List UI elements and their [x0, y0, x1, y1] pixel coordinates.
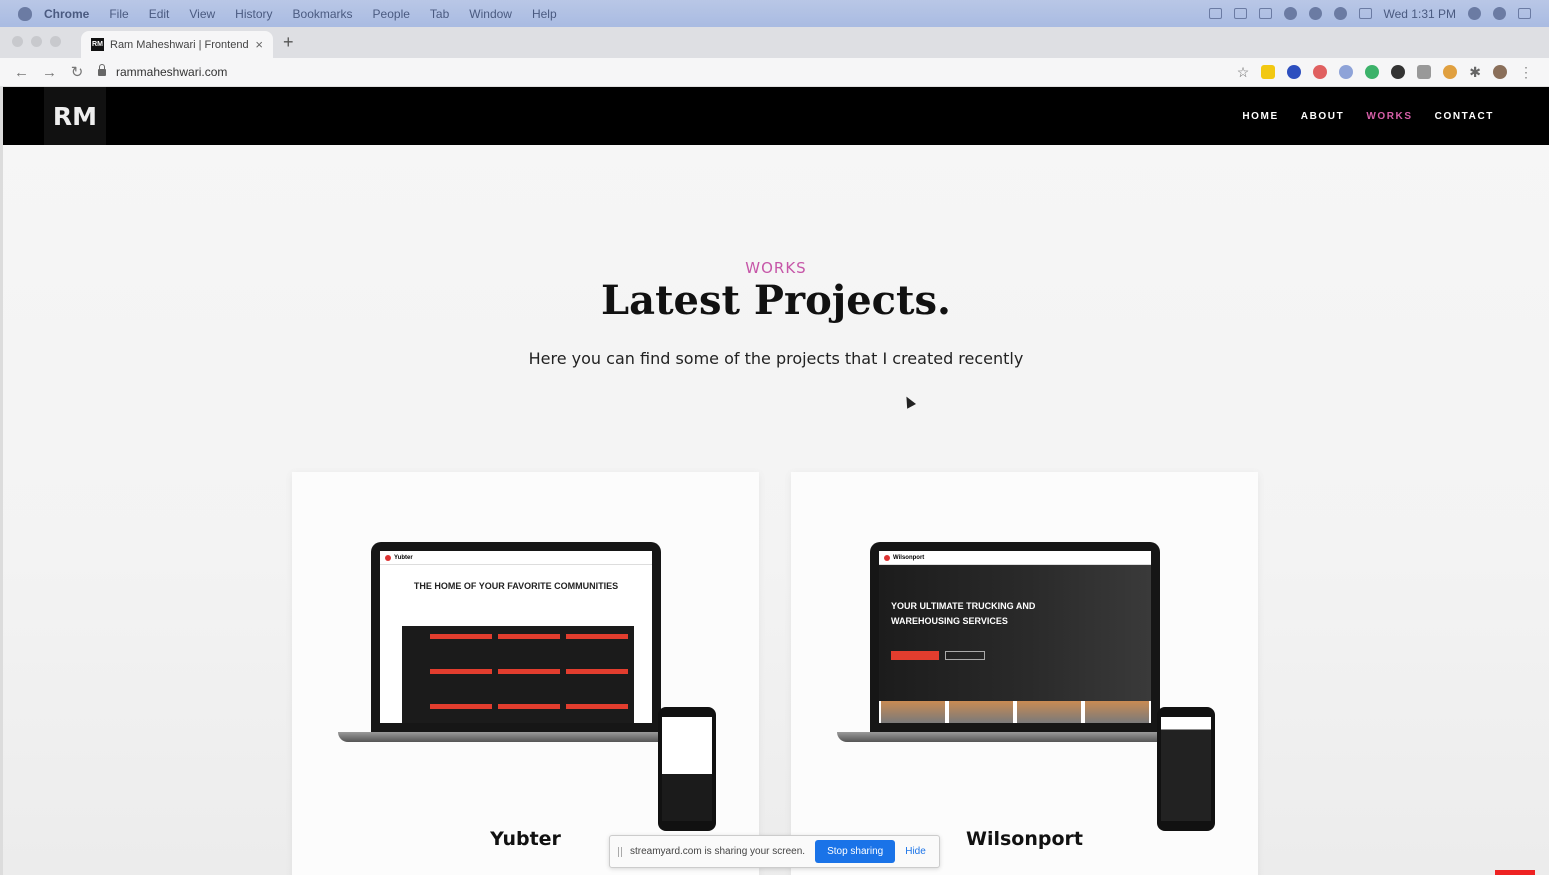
extension-icon[interactable]	[1391, 65, 1406, 79]
menu-help[interactable]: Help	[532, 7, 557, 21]
share-message: streamyard.com is sharing your screen.	[630, 846, 806, 857]
menu-window[interactable]: Window	[469, 7, 512, 21]
section-title: Latest Projects.	[601, 277, 951, 324]
url-text[interactable]: rammaheshwari.com	[116, 65, 227, 79]
upload-icon[interactable]	[1283, 7, 1297, 20]
spotlight-search-icon[interactable]	[1468, 7, 1481, 20]
new-tab-button[interactable]: +	[283, 32, 294, 53]
drag-handle-icon[interactable]	[618, 846, 622, 857]
laptop-base	[338, 732, 694, 742]
menu-tab[interactable]: Tab	[430, 7, 449, 21]
maximize-window-button[interactable]	[50, 36, 61, 47]
preview-headline: THE HOME OF YOUR FAVORITE COMMUNITIES	[413, 581, 619, 591]
tab-close-icon[interactable]: ×	[255, 37, 263, 52]
preview-dashboard	[402, 626, 634, 723]
phone-mockup	[1157, 707, 1215, 831]
back-icon[interactable]: ←	[14, 64, 29, 81]
menu-people[interactable]: People	[373, 7, 410, 21]
window-controls	[12, 36, 61, 47]
nav-home[interactable]: HOME	[1242, 111, 1278, 122]
laptop-screen: Yubter THE HOME OF YOUR FAVORITE COMMUNI…	[371, 542, 661, 732]
preview-brand: Yubter	[394, 554, 413, 561]
battery-icon[interactable]	[1358, 8, 1372, 19]
site-header: RM HOME ABOUT WORKS CONTACT	[3, 87, 1549, 145]
menu-edit[interactable]: Edit	[149, 7, 170, 21]
menu-view[interactable]: View	[189, 7, 215, 21]
menu-bookmarks[interactable]: Bookmarks	[293, 7, 353, 21]
hide-button[interactable]: Hide	[905, 846, 926, 857]
lock-icon[interactable]	[98, 63, 106, 76]
camera-extension-icon[interactable]	[1417, 65, 1432, 79]
extension-icon[interactable]	[1339, 65, 1354, 79]
apple-icon[interactable]	[18, 6, 32, 21]
nav-works[interactable]: WORKS	[1366, 111, 1412, 122]
project-card-wilsonport[interactable]: Wilsonport YOUR ULTIMATE TRUCKING AND WA…	[791, 472, 1258, 875]
tab-title: Ram Maheshwari | Frontend W	[110, 38, 250, 51]
preview-cta	[891, 651, 939, 660]
cloud-icon[interactable]	[1233, 8, 1247, 19]
project-preview-image: Wilsonport YOUR ULTIMATE TRUCKING AND WA…	[837, 542, 1215, 831]
extensions-area: ☆ ✱ ⋮	[1237, 64, 1549, 81]
minimize-window-button[interactable]	[31, 36, 42, 47]
screen-share-icon[interactable]	[1208, 8, 1222, 19]
screen-share-bar: streamyard.com is sharing your screen. S…	[609, 835, 940, 868]
browser-toolbar: ← → ↻ rammaheshwari.com ☆ ✱ ⋮	[0, 58, 1549, 87]
preview-thumbnails	[879, 701, 1151, 723]
laptop-base	[837, 732, 1193, 742]
address-bar[interactable]: rammaheshwari.com	[98, 63, 1237, 79]
site-logo[interactable]: RM	[44, 87, 106, 145]
profile-avatar[interactable]	[1493, 65, 1507, 79]
project-preview-image: Yubter THE HOME OF YOUR FAVORITE COMMUNI…	[338, 542, 716, 831]
shield-extension-icon[interactable]	[1313, 65, 1328, 79]
forward-icon[interactable]: →	[42, 64, 57, 81]
notification-center-icon[interactable]	[1518, 8, 1531, 19]
close-window-button[interactable]	[12, 36, 23, 47]
menu-file[interactable]: File	[109, 7, 128, 21]
siri-icon[interactable]	[1493, 7, 1506, 20]
site-favicon: RM	[91, 38, 104, 51]
project-card-yubter[interactable]: Yubter THE HOME OF YOUR FAVORITE COMMUNI…	[292, 472, 759, 875]
preview-headline-line2: WAREHOUSING SERVICES	[891, 616, 1008, 626]
preview-brand: Wilsonport	[893, 554, 925, 561]
preview-secondary-cta	[945, 651, 985, 660]
website-viewport: RM HOME ABOUT WORKS CONTACT WORKS Latest…	[3, 87, 1549, 875]
clock[interactable]: Wed 1:31 PM	[1384, 7, 1456, 21]
puzzle-extensions-icon[interactable]: ✱	[1469, 64, 1481, 81]
preview-headline: YOUR ULTIMATE TRUCKING AND WAREHOUSING S…	[891, 599, 1035, 629]
preview-headline-line1: YOUR ULTIMATE TRUCKING AND	[891, 601, 1036, 611]
site-nav: HOME ABOUT WORKS CONTACT	[1242, 111, 1494, 122]
volume-icon[interactable]	[1333, 7, 1347, 20]
menubar-status-area: Wed 1:31 PM	[1208, 7, 1549, 21]
section-eyebrow: WORKS	[745, 259, 807, 277]
stop-sharing-button[interactable]: Stop sharing	[815, 840, 896, 863]
extension-icon[interactable]	[1287, 65, 1302, 79]
notes-extension-icon[interactable]	[1261, 65, 1276, 79]
mac-menu-bar: Chrome File Edit View History Bookmarks …	[0, 0, 1549, 27]
phone-mockup	[658, 707, 716, 831]
menu-history[interactable]: History	[235, 7, 272, 21]
wifi-icon[interactable]	[1308, 7, 1322, 20]
extension-icon[interactable]	[1365, 65, 1380, 79]
nav-about[interactable]: ABOUT	[1301, 111, 1345, 122]
display-icon[interactable]	[1258, 8, 1272, 19]
bookmark-star-icon[interactable]: ☆	[1237, 64, 1250, 81]
record-indicator	[1495, 870, 1535, 875]
browser-tab-strip: RM Ram Maheshwari | Frontend W × +	[0, 27, 1549, 58]
reload-icon[interactable]: ↻	[70, 63, 84, 81]
browser-tab[interactable]: RM Ram Maheshwari | Frontend W ×	[81, 31, 273, 58]
section-subtitle: Here you can find some of the projects t…	[528, 349, 1024, 368]
more-menu-icon[interactable]: ⋮	[1519, 64, 1533, 81]
extension-icon[interactable]	[1443, 65, 1458, 79]
menu-app-chrome[interactable]: Chrome	[44, 7, 89, 21]
nav-contact[interactable]: CONTACT	[1435, 111, 1494, 122]
laptop-screen: Wilsonport YOUR ULTIMATE TRUCKING AND WA…	[870, 542, 1160, 732]
